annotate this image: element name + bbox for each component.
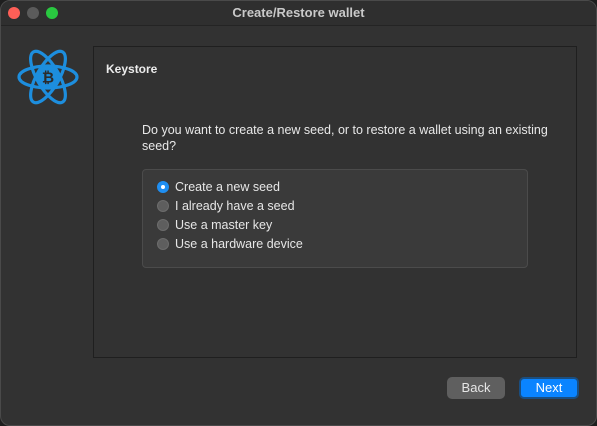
radio-unselected-icon[interactable] xyxy=(157,200,169,212)
option-hardware-device[interactable]: Use a hardware device xyxy=(157,235,303,253)
option-label: Create a new seed xyxy=(175,180,280,194)
option-have-seed[interactable]: I already have a seed xyxy=(157,197,295,215)
panel-title: Keystore xyxy=(106,62,158,76)
option-label: Use a hardware device xyxy=(175,237,303,251)
radio-unselected-icon[interactable] xyxy=(157,219,169,231)
seed-question: Do you want to create a new seed, or to … xyxy=(142,123,548,153)
wallet-wizard-window: Create/Restore wallet ₿ Keystore Do you … xyxy=(0,0,597,426)
back-button[interactable]: Back xyxy=(447,377,505,399)
radio-selected-icon[interactable] xyxy=(157,181,169,193)
seed-options-group: Create a new seed I already have a seed … xyxy=(142,169,528,268)
bitcoin-glyph: ₿ xyxy=(42,69,54,87)
option-create-new-seed[interactable]: Create a new seed xyxy=(157,178,280,196)
option-master-key[interactable]: Use a master key xyxy=(157,216,272,234)
window-title: Create/Restore wallet xyxy=(232,5,365,20)
title-bar[interactable]: Create/Restore wallet xyxy=(1,1,596,26)
radio-unselected-icon[interactable] xyxy=(157,238,169,250)
option-label: I already have a seed xyxy=(175,199,295,213)
option-label: Use a master key xyxy=(175,218,273,232)
electrum-logo-icon: ₿ xyxy=(16,45,80,109)
next-button[interactable]: Next xyxy=(519,377,579,399)
keystore-panel: Keystore Do you want to create a new see… xyxy=(93,46,577,358)
